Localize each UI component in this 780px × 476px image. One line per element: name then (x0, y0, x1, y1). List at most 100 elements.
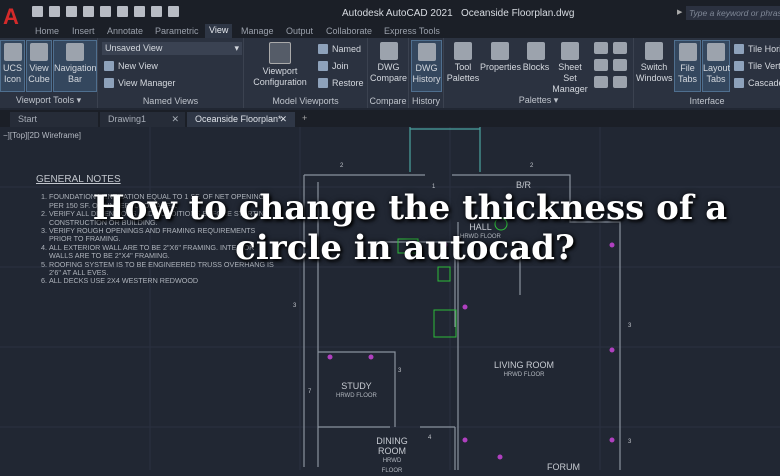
restore-button[interactable]: Restore (318, 78, 364, 88)
undo-icon[interactable] (151, 6, 162, 17)
svg-text:2: 2 (530, 163, 534, 169)
window-title: Autodesk AutoCAD 2021 Oceanside Floorpla… (342, 8, 575, 19)
print-icon[interactable] (134, 6, 145, 17)
calculator-icon[interactable] (613, 59, 627, 71)
view-manager-button[interactable]: View Manager (104, 78, 175, 88)
view-manager-icon (104, 78, 114, 88)
viewport-configuration-button[interactable]: Viewport Configuration (248, 40, 312, 88)
panel-viewport-tools: UCS Icon View Cube Navigation Bar Viewpo… (0, 38, 98, 108)
dwg-history-button[interactable]: DWG History (411, 40, 442, 92)
close-icon[interactable]: ✕ (171, 114, 179, 125)
ribbon: UCS Icon View Cube Navigation Bar Viewpo… (0, 38, 780, 108)
panel-label[interactable]: Palettes ▾ (444, 95, 633, 106)
ribbon-tabs: Home Insert Annotate Parametric View Man… (0, 24, 780, 38)
named-view-dropdown[interactable]: Unsaved View ▾ (102, 42, 242, 55)
tab-manage[interactable]: Manage (241, 26, 274, 36)
clipboard-icon[interactable] (613, 76, 627, 88)
svg-text:3: 3 (628, 439, 632, 445)
properties-icon (491, 42, 509, 60)
tile-vertically-button[interactable]: Tile Vertically (734, 61, 780, 71)
named-button[interactable]: Named (318, 44, 361, 54)
design-center-icon[interactable] (613, 42, 627, 54)
close-icon[interactable]: ✕ (279, 114, 287, 125)
room-forum: FORUM (547, 462, 580, 472)
room-dining: DINING ROOM HRWD FLOOR (376, 436, 408, 474)
properties-button[interactable]: Properties (480, 40, 521, 73)
quick-access-toolbar (32, 6, 179, 17)
share-icon[interactable] (117, 6, 128, 17)
tile-vertical-icon (734, 61, 744, 71)
sheet-set-manager-button[interactable]: Sheet Set Manager (551, 40, 589, 95)
markup-icon[interactable] (594, 59, 608, 71)
tool-palettes-button[interactable]: Tool Palettes (446, 40, 480, 84)
navbar-icon (66, 43, 84, 61)
join-button[interactable]: Join (318, 61, 349, 71)
tab-home[interactable]: Home (35, 26, 59, 36)
file-tabs-bar: Start Drawing1 ✕ Oceanside Floorplan* ✕ + (0, 110, 780, 127)
file-tabs-icon (678, 43, 697, 61)
search-input[interactable]: Type a keyword or phrase (686, 6, 780, 20)
tab-view[interactable]: View (205, 24, 233, 38)
file-tab-drawing1[interactable]: Drawing1 ✕ (100, 112, 185, 127)
panel-label: Compare (369, 96, 407, 106)
panel-label: History (411, 96, 440, 106)
cascade-button[interactable]: Cascade (734, 78, 780, 88)
notes-title: GENERAL NOTES (36, 174, 121, 185)
open-icon[interactable] (49, 6, 60, 17)
file-tab-oceanside[interactable]: Oceanside Floorplan* ✕ (187, 112, 295, 127)
tile-horizontally-button[interactable]: Tile Horizontally (734, 44, 780, 54)
command-line-icon[interactable] (594, 42, 608, 54)
dwg-compare-button[interactable]: DWG Compare (370, 40, 407, 84)
svg-text:7: 7 (308, 389, 312, 395)
file-tab-start[interactable]: Start (10, 112, 98, 127)
room-living: LIVING ROOM HRWD FLOOR (494, 360, 555, 378)
new-view-button[interactable]: New View (104, 61, 158, 71)
svg-text:3: 3 (293, 303, 297, 309)
panel-label: Interface (689, 96, 725, 106)
svg-text:3: 3 (398, 368, 402, 374)
layout-tabs-button[interactable]: Layout Tabs (702, 40, 730, 92)
switch-windows-icon (645, 42, 663, 60)
sheet-set-icon (561, 42, 579, 60)
panel-label: Named Views (142, 96, 199, 106)
save-as-icon[interactable] (83, 6, 94, 17)
view-cube-button[interactable]: View Cube (26, 40, 52, 92)
switch-windows-button[interactable]: Switch Windows (636, 40, 673, 84)
tab-output[interactable]: Output (286, 26, 313, 36)
named-icon (318, 44, 328, 54)
blocks-button[interactable]: Blocks (521, 40, 551, 73)
redo-icon[interactable] (168, 6, 179, 17)
new-icon[interactable] (32, 6, 43, 17)
title-bar: A Autodesk AutoCAD 2021 Oceanside Floorp… (0, 0, 780, 29)
layout-tabs-icon (707, 43, 725, 61)
tab-collaborate[interactable]: Collaborate (326, 26, 372, 36)
panel-named-views: Unsaved View ▾ New View View Manager Name… (98, 38, 244, 108)
tab-annotate[interactable]: Annotate (107, 26, 143, 36)
navigation-bar-button[interactable]: Navigation Bar (53, 40, 97, 92)
tab-parametric[interactable]: Parametric (155, 26, 199, 36)
save-icon[interactable] (66, 6, 77, 17)
note-item: ALL DECKS USE 2X4 WESTERN REDWOOD (49, 277, 276, 286)
cascade-icon (734, 78, 744, 88)
tab-express-tools[interactable]: Express Tools (384, 26, 440, 36)
tab-insert[interactable]: Insert (72, 26, 95, 36)
room-study: STUDY HRWD FLOOR (336, 381, 377, 399)
publish-icon[interactable] (100, 6, 111, 17)
file-tabs-button[interactable]: File Tabs (674, 40, 701, 92)
panel-model-viewports: Viewport Configuration Named Join Restor… (244, 38, 368, 108)
svg-text:3: 3 (628, 323, 632, 329)
entry-outline (409, 127, 481, 172)
compare-icon (379, 42, 398, 60)
palette-small-icons (594, 42, 630, 88)
new-tab-plus-icon[interactable]: + (302, 113, 307, 123)
tool-palettes-icon (454, 42, 472, 60)
ucs-icon (3, 43, 22, 61)
dbconnect-icon[interactable] (594, 76, 608, 88)
article-headline: How to change the thickness of a circle … (92, 188, 728, 268)
ucs-icon-button[interactable]: UCS Icon (0, 40, 25, 92)
search-arrow-icon[interactable]: ▶ (677, 8, 682, 16)
viewport-controls[interactable]: −][Top][2D Wireframe] (3, 131, 81, 140)
panel-history: DWG History History (409, 38, 444, 108)
panel-label[interactable]: Viewport Tools ▾ (0, 95, 97, 106)
panel-label: Model Viewports (272, 96, 339, 106)
